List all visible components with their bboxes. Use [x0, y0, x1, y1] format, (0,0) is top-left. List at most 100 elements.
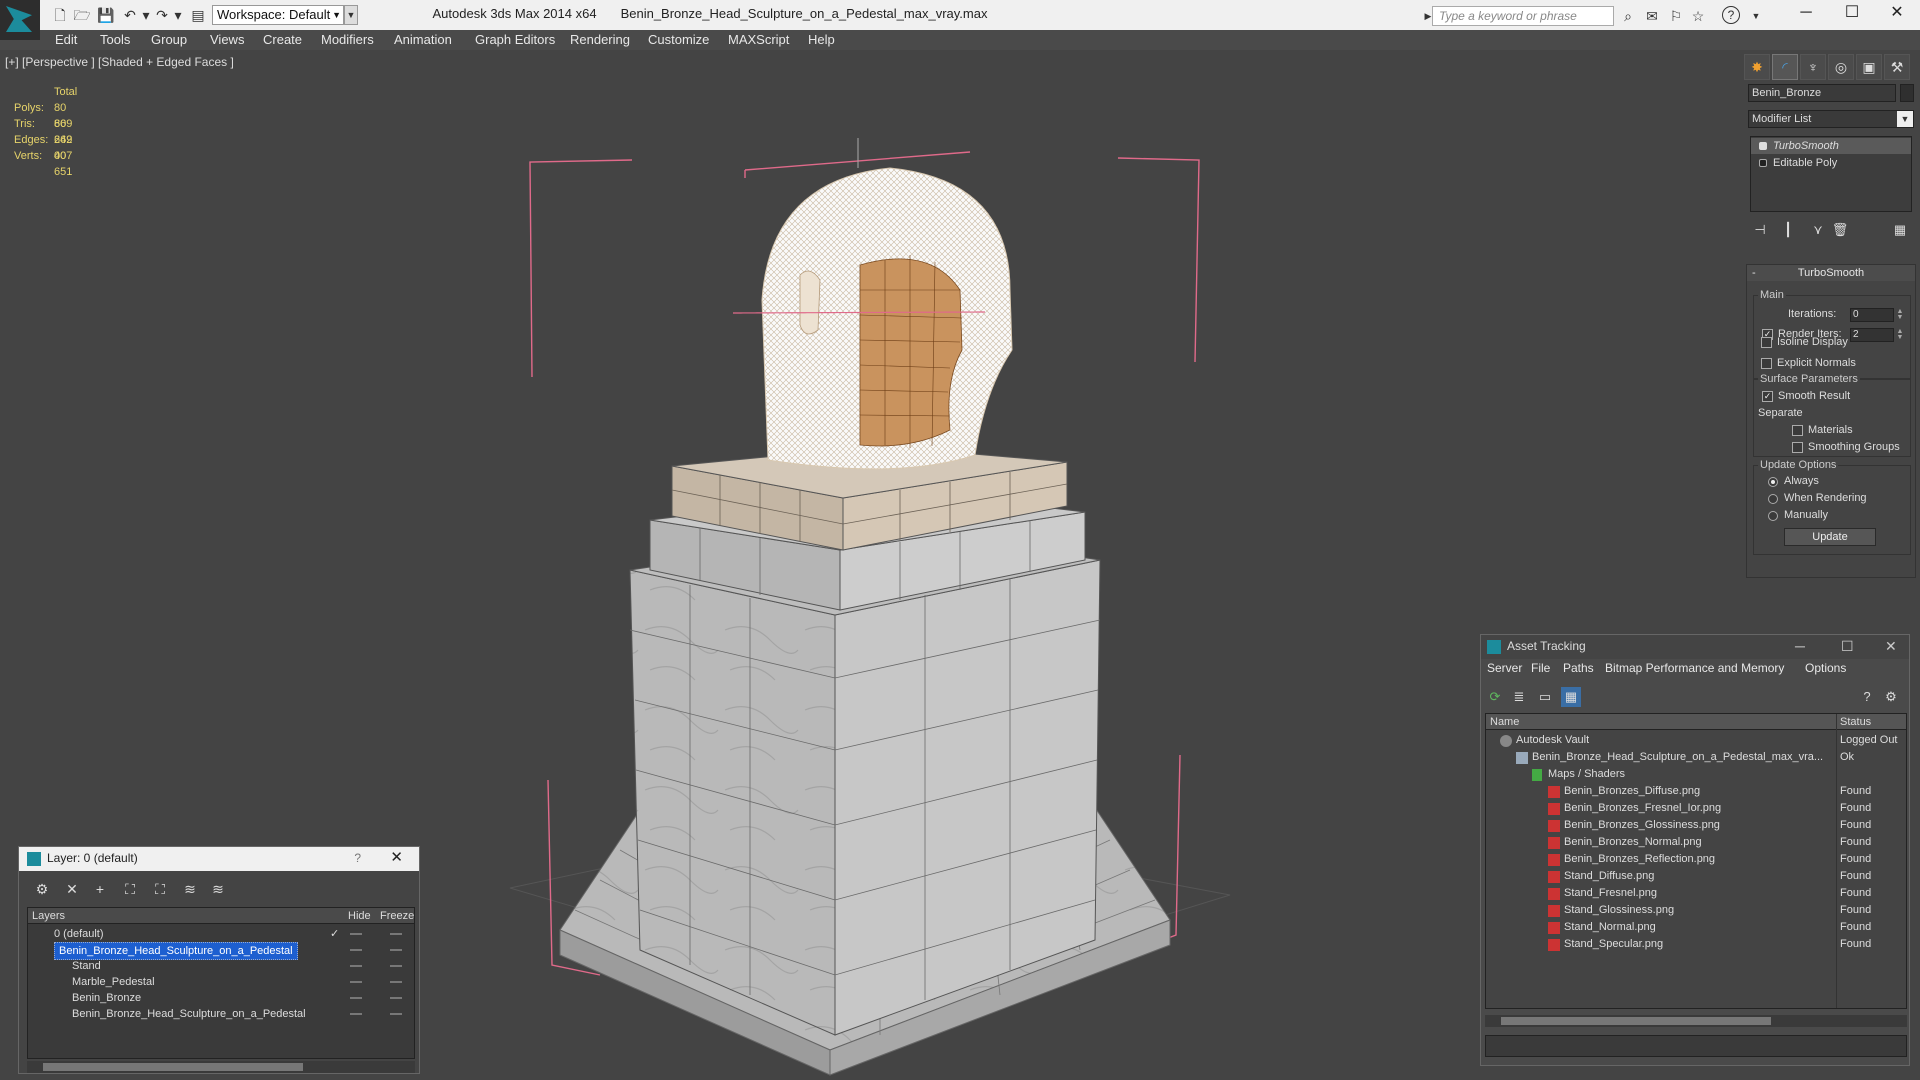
- smooth-result-checkbox[interactable]: ✓: [1762, 391, 1773, 402]
- help-dropdown-icon[interactable]: ▼: [1746, 6, 1766, 26]
- freeze-toggle[interactable]: [390, 965, 402, 967]
- menu-create[interactable]: Create: [263, 30, 302, 50]
- menu-modifiers[interactable]: Modifiers: [321, 30, 374, 50]
- col-name[interactable]: Name: [1490, 714, 1519, 730]
- asset-path-field[interactable]: [1485, 1035, 1907, 1057]
- modifier-list-dropdown[interactable]: Modifier List ▼: [1748, 110, 1914, 128]
- layer-row-selected[interactable]: Benin_Bronze_Head_Sculpture_on_a_Pedesta…: [28, 942, 414, 960]
- col-hide[interactable]: Hide: [348, 908, 371, 924]
- binoculars-icon[interactable]: ⌕: [1618, 6, 1638, 26]
- layer-row[interactable]: Stand: [28, 958, 414, 974]
- menu-rendering[interactable]: Rendering: [570, 30, 630, 50]
- table-view-icon[interactable]: ▦: [1561, 687, 1581, 707]
- active-check-icon[interactable]: ✓: [330, 926, 339, 942]
- favorites-star-icon[interactable]: ☆: [1688, 6, 1708, 26]
- make-unique-icon[interactable]: ⋎: [1808, 220, 1828, 240]
- redo-dropdown-icon[interactable]: ▾: [168, 5, 188, 25]
- hide-toggle[interactable]: [350, 981, 362, 983]
- smoothing-groups-checkbox[interactable]: [1792, 442, 1803, 453]
- explicit-normals-checkbox[interactable]: [1761, 358, 1772, 369]
- list-view-icon[interactable]: ≣: [1509, 687, 1529, 707]
- asset-row[interactable]: Stand_Normal.png Found: [1486, 919, 1906, 936]
- menu-help[interactable]: Help: [808, 30, 835, 50]
- asset-row[interactable]: Benin_Bronze_Head_Sculpture_on_a_Pedesta…: [1486, 749, 1906, 766]
- render-iters-spinner[interactable]: 2 ▲ ▼: [1850, 328, 1903, 342]
- asset-row[interactable]: Stand_Specular.png Found: [1486, 936, 1906, 953]
- asset-row[interactable]: Autodesk Vault Logged Out: [1486, 732, 1906, 749]
- help-icon[interactable]: ?: [1722, 6, 1740, 24]
- save-icon[interactable]: 💾: [96, 5, 116, 25]
- motion-tab-icon[interactable]: ◎: [1828, 54, 1854, 80]
- asset-row[interactable]: Stand_Diffuse.png Found: [1486, 868, 1906, 885]
- when-rendering-radio[interactable]: [1768, 494, 1778, 504]
- menu-options[interactable]: Options: [1805, 661, 1846, 675]
- maximize-button[interactable]: ☐: [1829, 0, 1875, 30]
- delete-layer-icon[interactable]: ✕: [61, 879, 83, 899]
- show-end-result-icon[interactable]: ┃: [1778, 220, 1798, 240]
- pin-stack-icon[interactable]: ⊣: [1750, 220, 1770, 240]
- menu-graph-editors[interactable]: Graph Editors: [475, 30, 555, 50]
- refresh-icon[interactable]: ⟳: [1485, 687, 1505, 707]
- close-button[interactable]: ✕: [1874, 0, 1920, 30]
- subscription-icon[interactable]: ✉: [1642, 6, 1662, 26]
- iterations-spinner[interactable]: 0 ▲ ▼: [1850, 308, 1903, 322]
- asset-row[interactable]: Stand_Glossiness.png Found: [1486, 902, 1906, 919]
- object-name-field[interactable]: Benin_Bronze: [1748, 84, 1896, 102]
- quick-access-dropdown-icon[interactable]: ▼: [344, 5, 358, 25]
- lightbulb-icon[interactable]: [1759, 142, 1767, 150]
- new-file-icon[interactable]: 🗋: [50, 5, 70, 25]
- expand-icon[interactable]: [1759, 159, 1767, 167]
- col-status[interactable]: Status: [1840, 714, 1871, 730]
- highlight-layer-icon[interactable]: ⛶: [149, 879, 171, 899]
- freeze-toggle[interactable]: [390, 1013, 402, 1015]
- menu-edit[interactable]: Edit: [55, 30, 77, 50]
- remove-modifier-icon[interactable]: 🗑: [1830, 220, 1850, 240]
- asset-row[interactable]: Benin_Bronzes_Normal.png Found: [1486, 834, 1906, 851]
- thumbnail-view-icon[interactable]: ▭: [1535, 687, 1555, 707]
- menu-animation[interactable]: Animation: [394, 30, 452, 50]
- horizontal-scrollbar[interactable]: [1485, 1015, 1907, 1027]
- menu-bitmap-performance[interactable]: Bitmap Performance and Memory: [1605, 661, 1784, 675]
- hierarchy-tab-icon[interactable]: ♆: [1800, 54, 1826, 80]
- select-objects-icon[interactable]: ⛶: [119, 879, 141, 899]
- horizontal-scrollbar[interactable]: [27, 1061, 415, 1073]
- isoline-display-checkbox[interactable]: [1761, 337, 1772, 348]
- application-menu-button[interactable]: [0, 0, 40, 40]
- help-icon[interactable]: ?: [354, 847, 361, 869]
- close-icon[interactable]: ✕: [1885, 635, 1897, 657]
- search-input[interactable]: Type a keyword or phrase: [1432, 6, 1614, 26]
- layer-row[interactable]: 0 (default) ✓: [28, 926, 414, 942]
- layer-window-titlebar[interactable]: Layer: 0 (default) ? ✕: [19, 847, 419, 871]
- minimize-icon[interactable]: ─: [1795, 635, 1805, 657]
- freeze-all-icon[interactable]: ≋: [207, 879, 229, 899]
- settings-icon[interactable]: ⚙: [1881, 687, 1901, 707]
- layer-row[interactable]: Benin_Bronze: [28, 990, 414, 1006]
- scrollbar-thumb[interactable]: [1501, 1017, 1771, 1025]
- layer-row[interactable]: Marble_Pedestal: [28, 974, 414, 990]
- stack-item-turbosmooth[interactable]: TurboSmooth: [1751, 138, 1911, 154]
- create-tab-icon[interactable]: ✸: [1744, 54, 1770, 80]
- modify-tab-icon[interactable]: ◜: [1772, 54, 1798, 80]
- always-radio[interactable]: [1768, 477, 1778, 487]
- materials-checkbox[interactable]: [1792, 425, 1803, 436]
- maximize-icon[interactable]: ☐: [1841, 635, 1854, 657]
- menu-file[interactable]: File: [1531, 661, 1550, 675]
- manually-radio[interactable]: [1768, 511, 1778, 521]
- project-folder-icon[interactable]: ▤: [188, 5, 208, 25]
- menu-group[interactable]: Group: [151, 30, 187, 50]
- menu-paths[interactable]: Paths: [1563, 661, 1594, 675]
- asset-row[interactable]: Stand_Fresnel.png Found: [1486, 885, 1906, 902]
- freeze-toggle[interactable]: [390, 933, 402, 935]
- open-file-icon[interactable]: 🗁: [72, 5, 92, 25]
- col-layers[interactable]: Layers: [32, 908, 65, 924]
- minimize-button[interactable]: ─: [1783, 0, 1829, 30]
- menu-maxscript[interactable]: MAXScript: [728, 30, 789, 50]
- asset-row[interactable]: Benin_Bronzes_Diffuse.png Found: [1486, 783, 1906, 800]
- communication-center-icon[interactable]: ⚐: [1666, 6, 1686, 26]
- menu-server[interactable]: Server: [1487, 661, 1522, 675]
- hide-toggle[interactable]: [350, 965, 362, 967]
- hide-toggle[interactable]: [350, 933, 362, 935]
- asset-row[interactable]: Maps / Shaders: [1486, 766, 1906, 783]
- asset-row[interactable]: Benin_Bronzes_Reflection.png Found: [1486, 851, 1906, 868]
- update-button[interactable]: Update: [1784, 528, 1876, 546]
